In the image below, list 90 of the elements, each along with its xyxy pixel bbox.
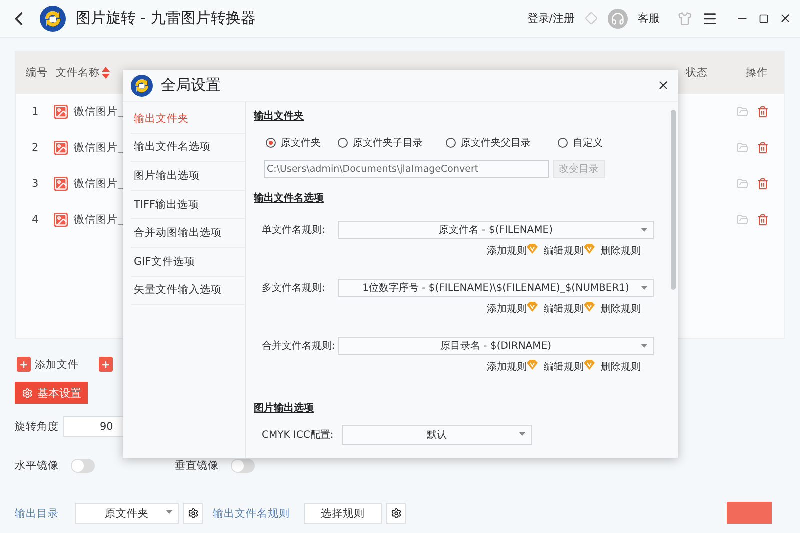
- rule-select[interactable]: 1位数字序号 - $(FILENAME)\$(FILENAME)_$(NUMBER1): [338, 279, 654, 297]
- rule-link[interactable]: 删除规则: [601, 302, 641, 316]
- path-field[interactable]: C:\Users\admin\Documents\jlaImageConvert: [264, 160, 549, 178]
- scrollbar[interactable]: [671, 110, 676, 290]
- mirror-toggle[interactable]: [231, 459, 255, 473]
- row-number: 1: [32, 106, 40, 118]
- rule-link[interactable]: 编辑规则: [544, 360, 584, 374]
- image-file-icon: [54, 177, 68, 191]
- rule-link[interactable]: 编辑规则: [544, 244, 584, 258]
- gear-icon: [188, 508, 198, 519]
- rule-label: 多文件名规则:: [262, 282, 326, 295]
- row-number: 3: [32, 178, 40, 190]
- mirror-label: 水平镜像: [15, 459, 59, 473]
- settings-nav-item[interactable]: GIF文件选项: [131, 248, 245, 277]
- headset-icon[interactable]: [608, 8, 628, 28]
- rotation-label: 旋转角度: [15, 420, 59, 434]
- app-logo-icon: [40, 6, 66, 32]
- column-header: 编号: [26, 66, 48, 80]
- close-icon[interactable]: [779, 12, 792, 25]
- settings-nav-item[interactable]: 矢量文件输入选项: [131, 276, 245, 306]
- image-file-icon: [54, 213, 68, 227]
- rule-link[interactable]: 添加规则: [487, 244, 527, 258]
- settings-nav-item[interactable]: 合并动图输出选项: [131, 219, 245, 248]
- section-heading: 图片输出选项: [254, 402, 314, 415]
- settings-button[interactable]: [386, 503, 406, 524]
- caret-icon: [641, 286, 648, 290]
- dialog-title: 全局设置: [161, 76, 222, 95]
- output-rule-label: 输出文件名规则: [213, 506, 290, 520]
- delete-icon[interactable]: [757, 214, 769, 226]
- caret-icon: [518, 432, 526, 436]
- app-logo-icon: [131, 74, 153, 96]
- settings-nav-item[interactable]: 输出文件夹: [131, 105, 245, 134]
- file-name: 微信图片_: [74, 177, 124, 191]
- caret-icon: [641, 344, 648, 348]
- gear-icon: [22, 388, 32, 398]
- row-number: 4: [32, 214, 40, 226]
- output-dir-select[interactable]: 原文件夹: [75, 503, 179, 524]
- delete-icon[interactable]: [757, 142, 769, 154]
- sort-icon[interactable]: [102, 67, 110, 79]
- output-dir-label: 输出目录: [15, 506, 59, 520]
- folder-radio[interactable]: 自定义: [558, 136, 603, 150]
- file-name: 微信图片_: [74, 213, 124, 227]
- folder-radio[interactable]: 原文件夹子目录: [338, 136, 423, 150]
- rule-link[interactable]: 删除规则: [601, 244, 641, 258]
- menu-icon[interactable]: [702, 10, 718, 26]
- folder-radio[interactable]: 原文件夹父目录: [446, 136, 531, 150]
- basic-settings-button[interactable]: 基本设置: [15, 382, 88, 404]
- settings-nav-item[interactable]: 图片输出选项: [131, 162, 245, 191]
- image-file-icon: [54, 141, 68, 155]
- rule-select[interactable]: 原文件名 - $(FILENAME): [338, 221, 654, 239]
- caret-icon: [641, 228, 648, 232]
- column-header: 操作: [746, 66, 768, 80]
- close-icon[interactable]: [657, 79, 670, 92]
- caret-icon: [166, 510, 173, 514]
- plus-icon[interactable]: [99, 357, 113, 372]
- mirror-label: 垂直镜像: [175, 459, 219, 473]
- rule-link[interactable]: 删除规则: [601, 360, 641, 374]
- column-header: 文件名称: [56, 66, 100, 80]
- image-file-icon: [54, 105, 68, 119]
- row-number: 2: [32, 142, 40, 154]
- file-name: 微信图片_: [74, 105, 124, 119]
- maximize-icon[interactable]: [759, 14, 769, 24]
- file-name: 微信图片_: [74, 141, 124, 155]
- plus-icon: [17, 357, 31, 372]
- settings-nav-item[interactable]: TIFF输出选项: [131, 190, 245, 220]
- diamond-icon: [585, 12, 598, 25]
- start-button[interactable]: [727, 502, 772, 524]
- rule-label: 单文件名规则:: [262, 224, 326, 237]
- delete-icon[interactable]: [757, 106, 769, 118]
- mirror-toggle[interactable]: [71, 459, 95, 473]
- folder-radio[interactable]: 原文件夹: [266, 136, 321, 150]
- rule-link[interactable]: 添加规则: [487, 302, 527, 316]
- column-header: 状态: [686, 66, 708, 80]
- service-link[interactable]: 客服: [638, 11, 660, 26]
- section-heading: 输出文件夹: [254, 110, 304, 123]
- icc-label: CMYK ICC配置:: [262, 428, 334, 442]
- delete-icon[interactable]: [757, 178, 769, 190]
- add-file-button[interactable]: 添加文件: [17, 357, 79, 372]
- rule-label: 合并文件名规则:: [262, 340, 336, 353]
- rule-link[interactable]: 添加规则: [487, 360, 527, 374]
- settings-nav-item[interactable]: 输出文件名选项: [131, 134, 245, 162]
- rule-link[interactable]: 编辑规则: [544, 302, 584, 316]
- login-link[interactable]: 登录/注册: [527, 11, 575, 26]
- section-heading: 输出文件名选项: [254, 192, 324, 205]
- icc-select[interactable]: 默认: [342, 425, 532, 445]
- window-title: 图片旋转 - 九雷图片转换器: [76, 9, 257, 28]
- gear-icon: [390, 508, 402, 519]
- rule-select[interactable]: 原目录名 - $(DIRNAME): [338, 337, 654, 355]
- settings-button[interactable]: [183, 503, 203, 524]
- select-rule-button[interactable]: 选择规则: [304, 503, 382, 524]
